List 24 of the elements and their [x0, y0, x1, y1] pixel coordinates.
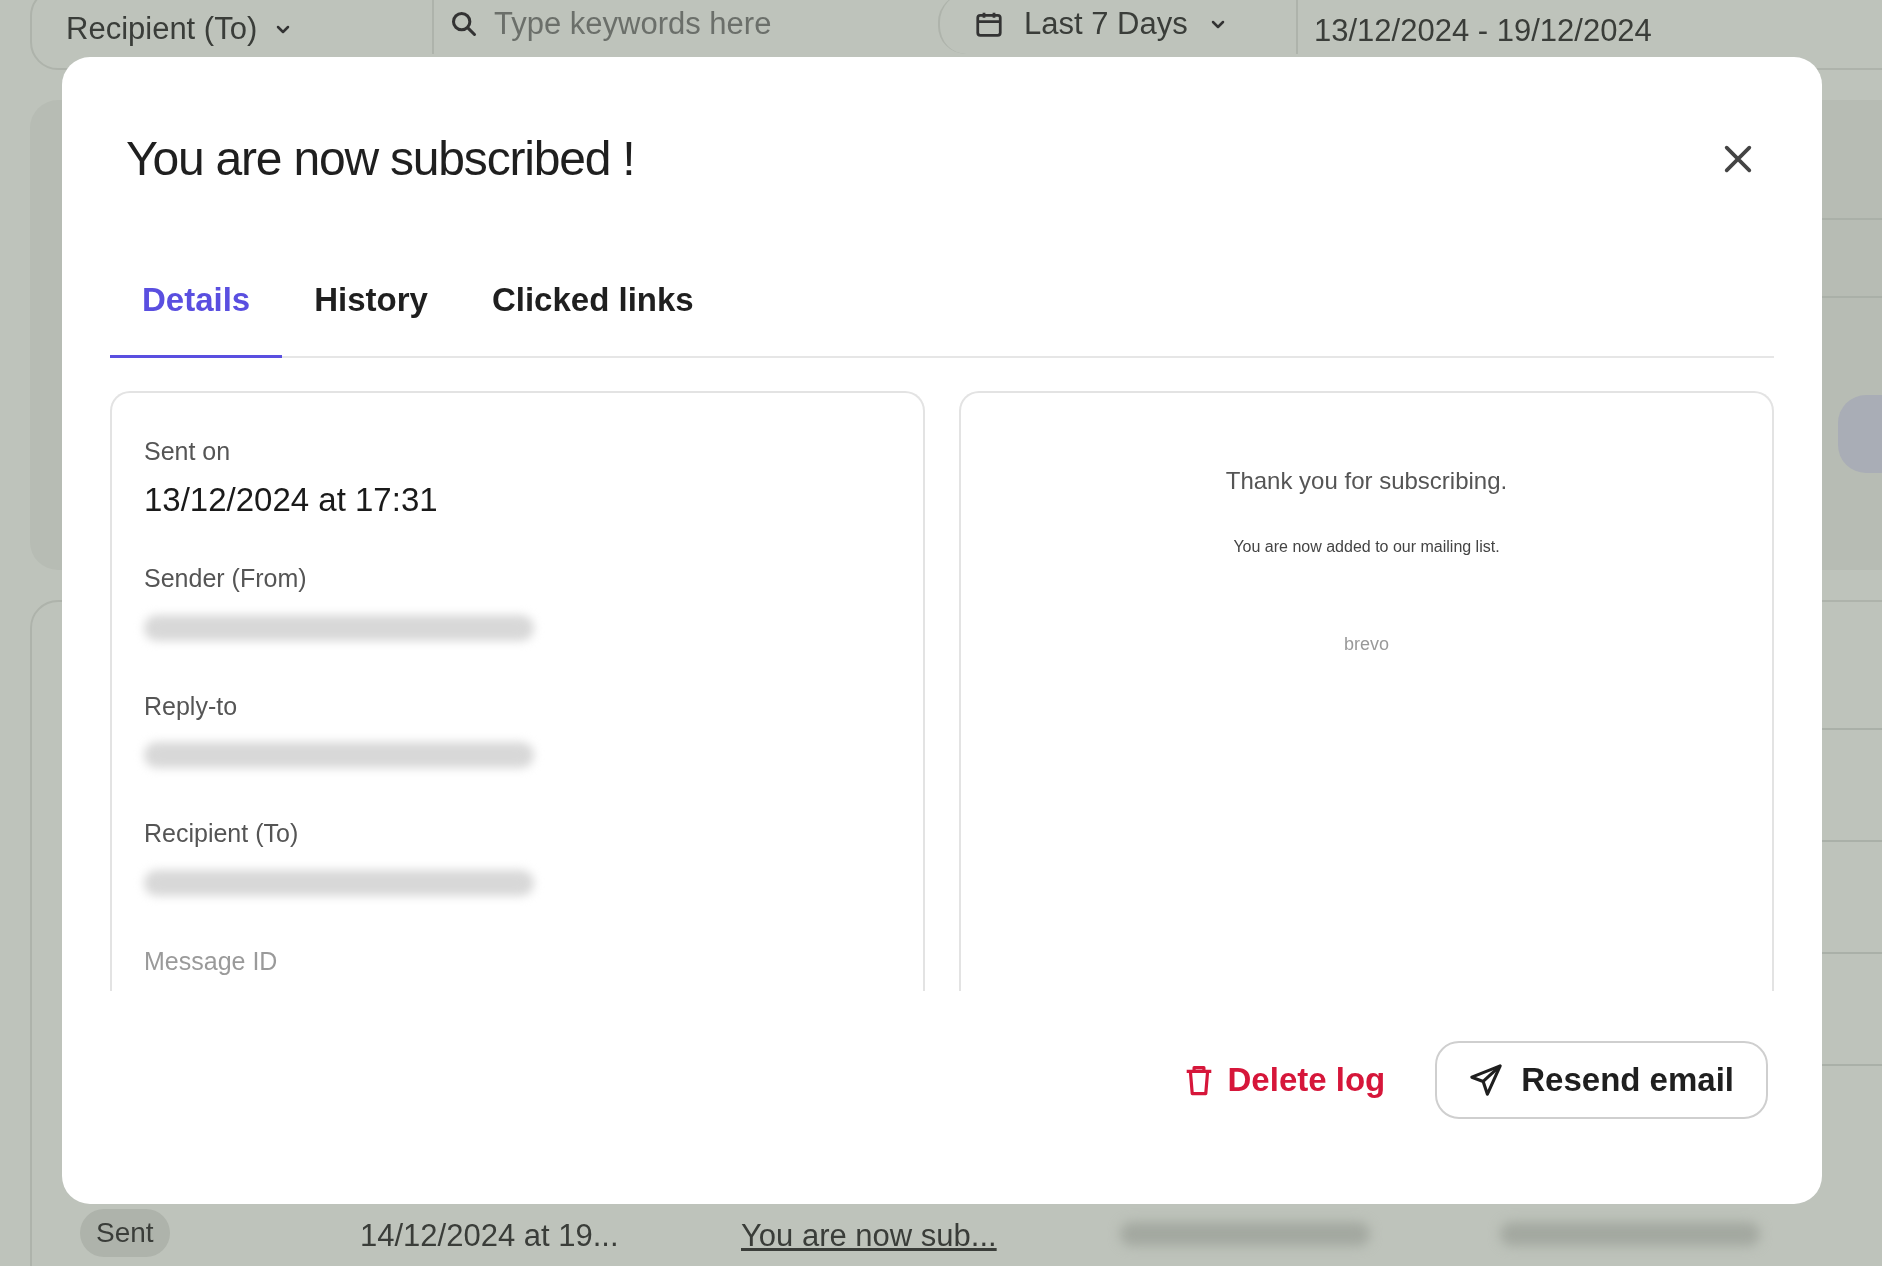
send-icon: [1469, 1062, 1504, 1097]
search-icon: [450, 10, 478, 38]
search-field[interactable]: Type keywords here: [494, 0, 914, 48]
resend-email-button[interactable]: Resend email: [1435, 1040, 1768, 1119]
tab[interactable]: Details: [110, 275, 283, 358]
delete-log-button[interactable]: Delete log: [1183, 1054, 1386, 1105]
date-text: 14/12/2024 at 19...: [360, 1217, 619, 1255]
dialog-title: You are now subscribed !: [126, 131, 635, 187]
subject-link[interactable]: You are now sub...: [741, 1213, 997, 1260]
field-label: Sender (From): [144, 563, 308, 594]
preview-footer-logo: brevo: [1344, 632, 1389, 656]
field-label: Message ID: [144, 945, 279, 977]
date-range-field[interactable]: 13/12/2024 - 19/12/2024: [1298, 7, 1652, 54]
field-label: Sent on: [144, 435, 232, 467]
tab[interactable]: History: [282, 275, 460, 358]
field-label: Recipient (To): [144, 818, 300, 849]
period-dropdown[interactable]: Last 7 Days: [938, 0, 1298, 54]
preview-heading: Thank you for subscribing.: [1225, 465, 1508, 496]
tab[interactable]: Clicked links: [459, 275, 726, 358]
status-badge: Sent: [80, 1209, 170, 1257]
field-value: 13/12/2024 at 17:31: [144, 480, 438, 521]
recipient-dropdown[interactable]: Recipient (To): [32, 4, 432, 54]
field-label: Reply-to: [144, 690, 239, 722]
preview-text: You are now added to our mailing list.: [1233, 536, 1500, 557]
